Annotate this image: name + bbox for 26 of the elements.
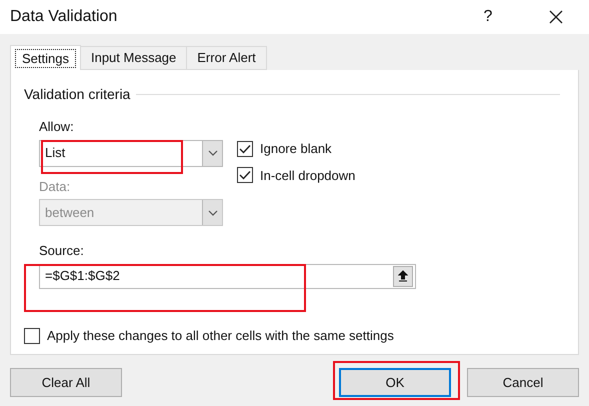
dialog-button[interactable]: Clear All <box>10 368 122 397</box>
checkbox[interactable] <box>24 328 40 344</box>
dropdown[interactable]: List <box>39 140 223 166</box>
field-label: Data: <box>39 178 72 196</box>
upload-arrow-icon <box>398 270 408 282</box>
checkbox[interactable] <box>237 167 253 184</box>
checkmark-icon <box>239 170 251 180</box>
tab[interactable]: Error Alert <box>187 46 267 70</box>
dialog-button[interactable]: Cancel <box>467 368 579 397</box>
dialog-button[interactable]: OK <box>339 368 451 397</box>
checkbox-label: In-cell dropdown <box>260 166 356 185</box>
field-label: Allow: <box>39 118 75 136</box>
window-title: Data Validation <box>10 7 118 27</box>
checkbox-label: Ignore blank <box>260 140 332 158</box>
group-title: Validation criteria <box>24 85 130 104</box>
checkmark-icon <box>239 144 251 154</box>
help-button[interactable]: ? <box>473 2 503 32</box>
collapse-button[interactable] <box>393 266 413 286</box>
checkbox[interactable] <box>237 140 253 157</box>
field-label: Source: <box>39 242 85 260</box>
tab[interactable]: Input Message <box>80 46 188 70</box>
chevron-down-icon <box>208 210 218 216</box>
chevron-down-icon <box>208 150 218 156</box>
checkbox-label: Apply these changes to all other cells with the same settings <box>47 327 394 345</box>
close-icon <box>549 10 563 24</box>
tab[interactable]: Settings <box>10 45 81 71</box>
